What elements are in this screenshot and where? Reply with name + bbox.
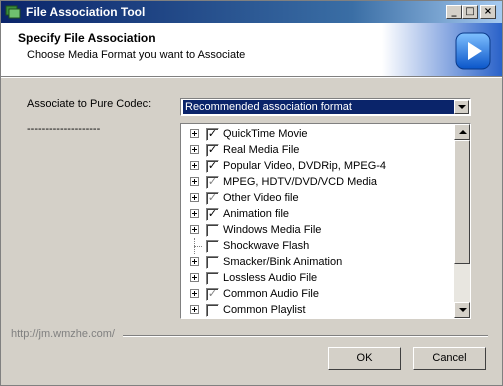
maximize-icon: □ — [465, 6, 475, 17]
list-item[interactable]: Windows Media File — [181, 222, 453, 238]
codec-select[interactable]: Recommended association format — [180, 98, 471, 116]
list-item[interactable]: Shockwave Flash — [181, 238, 453, 254]
format-label: Animation file — [223, 208, 290, 220]
format-label: Lossless Audio File — [223, 272, 318, 284]
format-checkbox[interactable] — [206, 224, 219, 237]
header-title: Specify File Association — [18, 31, 156, 45]
title-bar[interactable]: File Association Tool _ □ × — [1, 1, 502, 23]
expand-icon[interactable] — [190, 161, 199, 170]
close-button[interactable]: × — [480, 5, 496, 19]
format-label: Common Playlist — [223, 304, 306, 316]
arrow-down-icon — [459, 308, 467, 312]
list-item[interactable]: ✓ Popular Video, DVDRip, MPEG-4 — [181, 158, 453, 174]
codec-dropdown-button[interactable] — [454, 100, 469, 114]
format-label: Popular Video, DVDRip, MPEG-4 — [223, 160, 387, 172]
format-label: Common Audio File — [223, 288, 319, 300]
format-label: Windows Media File — [223, 224, 322, 236]
expand-icon[interactable] — [190, 177, 199, 186]
format-label: Smacker/Bink Animation — [223, 256, 343, 268]
expand-icon[interactable] — [190, 225, 199, 234]
arrow-up-icon — [459, 130, 467, 134]
list-item[interactable]: ✓ QuickTime Movie — [181, 126, 453, 142]
vertical-scrollbar[interactable] — [454, 124, 470, 318]
list-item[interactable]: ✓ MPEG, HDTV/DVD/VCD Media — [181, 174, 453, 190]
separator-text: -------------------- — [27, 123, 101, 135]
format-label: QuickTime Movie — [223, 128, 308, 140]
expand-icon[interactable] — [190, 193, 199, 202]
format-tree[interactable]: Common Playlist ✓ Common Audio File Lossles… — [180, 123, 471, 319]
format-checkbox[interactable] — [206, 256, 219, 269]
format-checkbox[interactable] — [206, 304, 219, 317]
close-icon: × — [483, 6, 493, 17]
list-item[interactable]: Common Playlist — [181, 302, 453, 318]
format-checkbox[interactable]: ✓ — [206, 192, 219, 205]
header-subtitle: Choose Media Format you want to Associat… — [27, 49, 246, 61]
tree-line — [194, 246, 202, 248]
format-checkbox[interactable]: ✓ — [206, 160, 219, 173]
list-item[interactable]: ✓ Common Audio File — [181, 286, 453, 302]
wizard-header: Specify File Association Choose Media Fo… — [1, 23, 502, 76]
format-label: Real Media File — [223, 144, 300, 156]
codec-label: Associate to Pure Codec: — [27, 98, 152, 110]
format-label: Other Video file — [223, 192, 299, 204]
expand-icon[interactable] — [190, 273, 199, 282]
scroll-down-button[interactable] — [454, 302, 470, 318]
format-checkbox[interactable]: ✓ — [206, 176, 219, 189]
format-label: Shockwave Flash — [223, 240, 310, 252]
ok-button[interactable]: OK — [328, 347, 401, 370]
dialog-window: File Association Tool _ □ × Specify File… — [0, 0, 503, 386]
media-player-logo-icon — [382, 23, 502, 76]
format-checkbox[interactable] — [206, 240, 219, 253]
expand-icon[interactable] — [190, 145, 199, 154]
dialog-body: Associate to Pure Codec: ---------------… — [1, 78, 502, 385]
cancel-button[interactable]: Cancel — [413, 347, 486, 370]
format-checkbox[interactable] — [206, 272, 219, 285]
codec-select-value: Recommended association format — [183, 100, 455, 114]
list-item[interactable]: ✓ Other Video file — [181, 190, 453, 206]
minimize-button[interactable]: _ — [446, 5, 462, 19]
list-item[interactable]: ✓ Animation file — [181, 206, 453, 222]
list-item[interactable]: Lossless Audio File — [181, 270, 453, 286]
maximize-button[interactable]: □ — [462, 5, 478, 19]
list-item[interactable]: Smacker/Bink Animation — [181, 254, 453, 270]
format-checkbox[interactable]: ✓ — [206, 208, 219, 221]
chevron-down-icon — [458, 105, 466, 109]
format-label: MPEG, HDTV/DVD/VCD Media — [223, 176, 378, 188]
format-checkbox[interactable]: ✓ — [206, 288, 219, 301]
window-title: File Association Tool — [26, 5, 146, 19]
scroll-thumb[interactable] — [454, 140, 470, 264]
expand-icon[interactable] — [190, 289, 199, 298]
format-checkbox[interactable]: ✓ — [206, 144, 219, 157]
website-url: http://jm.wmzhe.com/ — [11, 328, 115, 340]
scroll-up-button[interactable] — [454, 124, 470, 140]
expand-icon[interactable] — [190, 129, 199, 138]
app-icon — [5, 5, 21, 19]
expand-icon[interactable] — [190, 305, 199, 314]
list-item[interactable]: ✓ Real Media File — [181, 142, 453, 158]
expand-icon[interactable] — [190, 257, 199, 266]
expand-icon[interactable] — [190, 209, 199, 218]
minimize-icon: _ — [451, 6, 457, 17]
footer-divider — [123, 335, 488, 337]
format-checkbox[interactable]: ✓ — [206, 128, 219, 141]
